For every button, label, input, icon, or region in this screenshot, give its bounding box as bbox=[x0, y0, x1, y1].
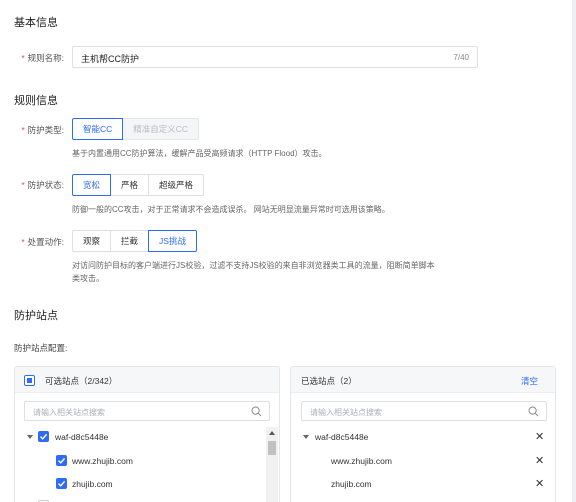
action-selector: 观察 拦截 JS挑战 bbox=[72, 230, 197, 252]
sites-section-title: 防护站点 bbox=[14, 310, 58, 322]
check-icon bbox=[40, 433, 48, 440]
page-scrollbar[interactable] bbox=[572, 0, 576, 502]
search-icon bbox=[251, 406, 262, 417]
check-icon bbox=[58, 457, 66, 464]
available-sites-panel: 可选站点（2/342） 请输入相关站点搜索 waf-d8c5448e www.z… bbox=[14, 366, 280, 502]
rule-name-input[interactable]: 主机帮CC防护 7/40 bbox=[72, 46, 478, 68]
protection-status-selector: 宽松 严格 超级严格 bbox=[72, 174, 205, 196]
check-icon bbox=[58, 480, 66, 487]
rule-info-title: 规则信息 bbox=[14, 95, 58, 107]
protection-type-help: 基于内置通用CC防护算法，缓解产品受高频请求（HTTP Flood）攻击。 bbox=[72, 149, 327, 158]
site-checkbox-root[interactable] bbox=[56, 478, 67, 489]
action-block-button[interactable]: 拦截 bbox=[110, 230, 150, 252]
status-super-strict-button[interactable]: 超级严格 bbox=[148, 174, 205, 196]
available-site-www: www.zhujib.com bbox=[72, 456, 133, 466]
basic-info-title: 基本信息 bbox=[14, 17, 58, 29]
remove-group-close-icon[interactable]: ✕ bbox=[535, 432, 544, 443]
available-search-placeholder: 请输入相关站点搜索 bbox=[33, 408, 105, 417]
selected-group-caret-icon[interactable] bbox=[303, 435, 309, 439]
action-observe-button[interactable]: 观察 bbox=[72, 230, 112, 252]
action-js-challenge-button[interactable]: JS挑战 bbox=[148, 230, 197, 252]
available-sites-search-input[interactable]: 请输入相关站点搜索 bbox=[24, 401, 270, 421]
available-group-label: waf-d8c5448e bbox=[55, 432, 109, 442]
selected-sites-title: 已选站点（2） bbox=[301, 376, 357, 386]
selected-sites-header: 已选站点（2） 清空 bbox=[291, 367, 555, 393]
action-label: * 处置动作: bbox=[21, 237, 64, 247]
action-help: 对访问防护目标的客户端进行JS校验，过滤不支持JS校验的来自非浏览器类工具的流量… bbox=[72, 261, 435, 283]
group-checkbox[interactable] bbox=[38, 431, 49, 442]
status-strict-button[interactable]: 严格 bbox=[110, 174, 150, 196]
scrollbar-thumb[interactable] bbox=[268, 441, 276, 455]
clear-selected-button[interactable]: 清空 bbox=[521, 375, 538, 387]
rule-name-label: * 规则名称: bbox=[21, 53, 64, 63]
selected-sites-panel: 已选站点（2） 清空 请输入相关站点搜索 waf-d8c5448e ✕ www.… bbox=[290, 366, 556, 502]
protection-type-custom-cc[interactable]: 精准自定义CC bbox=[122, 118, 200, 140]
protection-type-selector: 智能CC 精准自定义CC bbox=[72, 118, 200, 140]
available-sites-title: 可选站点（2/342） bbox=[45, 376, 118, 386]
protection-status-label: * 防护状态: bbox=[21, 180, 64, 190]
remove-site-www-close-icon[interactable]: ✕ bbox=[535, 456, 544, 467]
select-all-checkbox[interactable] bbox=[24, 375, 35, 386]
selected-site-www: www.zhujib.com bbox=[331, 456, 392, 466]
search-icon bbox=[528, 406, 539, 417]
group-expand-caret-icon[interactable] bbox=[27, 435, 33, 439]
scroll-up-arrow-icon[interactable] bbox=[269, 431, 275, 435]
protection-status-help: 防御一般的CC攻击，对于正常请求不会造成误杀。 网站无明显流量异常时可选用该策略… bbox=[72, 205, 390, 214]
remove-site-root-close-icon[interactable]: ✕ bbox=[535, 479, 544, 490]
protection-type-label: * 防护类型: bbox=[21, 125, 64, 135]
selected-sites-search-input[interactable]: 请输入相关站点搜索 bbox=[301, 401, 547, 421]
rule-name-value: 主机帮CC防护 bbox=[81, 54, 139, 64]
selected-site-root: zhujib.com bbox=[331, 479, 372, 489]
sites-config-label: 防护站点配置: bbox=[14, 343, 68, 353]
selected-group-label: waf-d8c5448e bbox=[315, 432, 369, 442]
site-checkbox-www[interactable] bbox=[56, 455, 67, 466]
selected-search-placeholder: 请输入相关站点搜索 bbox=[310, 408, 382, 417]
rule-name-char-count: 7/40 bbox=[453, 53, 469, 62]
available-site-root: zhujib.com bbox=[72, 479, 113, 489]
status-loose-button[interactable]: 宽松 bbox=[72, 174, 112, 196]
protection-type-smart-cc[interactable]: 智能CC bbox=[72, 118, 124, 140]
available-sites-header: 可选站点（2/342） bbox=[15, 367, 279, 393]
available-sites-scrollbar[interactable] bbox=[266, 427, 278, 502]
